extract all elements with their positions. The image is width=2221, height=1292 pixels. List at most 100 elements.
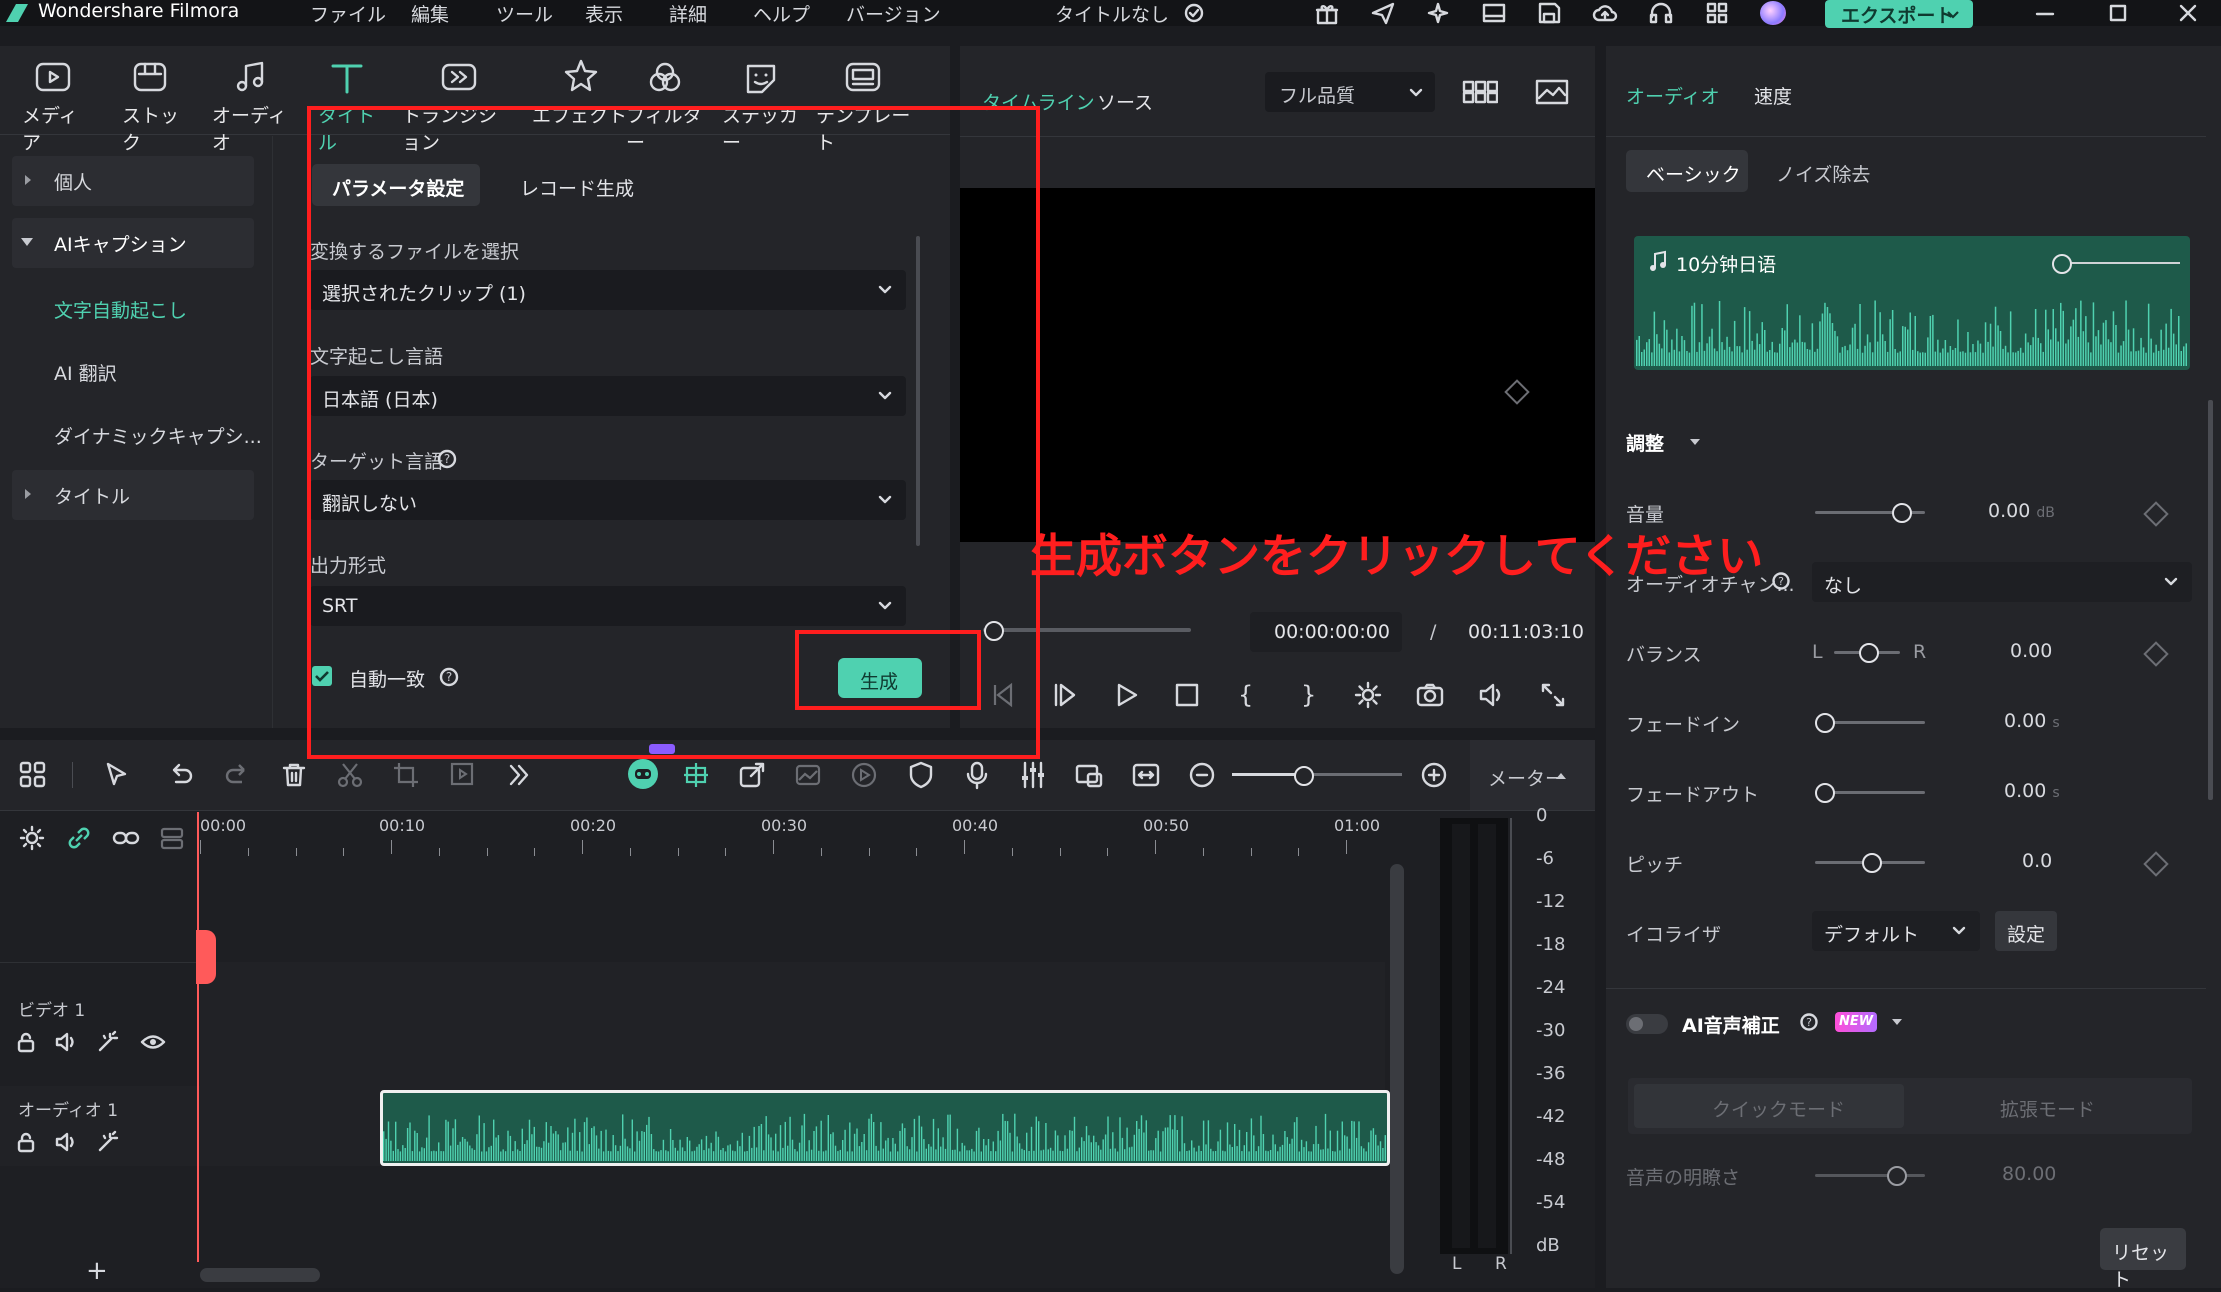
stop-icon[interactable] [1172, 680, 1202, 710]
sidebar-item-title[interactable]: タイトル [12, 470, 254, 520]
speaker-icon[interactable] [54, 1030, 80, 1054]
timeline-vscroll[interactable] [1390, 864, 1404, 1274]
magic-wand-icon[interactable] [96, 1130, 122, 1154]
ai-robot-icon[interactable] [625, 756, 661, 792]
fullscreen-icon[interactable] [1538, 680, 1568, 710]
speed-icon[interactable] [849, 760, 879, 790]
more-tools-icon[interactable] [504, 760, 534, 790]
sidebar-item-ai-translate[interactable]: AI 翻訳 [54, 359, 117, 386]
tab-audio[interactable]: オーディオ [212, 56, 292, 154]
clip-volume-handle[interactable] [2052, 254, 2072, 274]
cloud-upload-icon[interactable] [1592, 1, 1618, 25]
delete-icon[interactable] [279, 760, 309, 790]
play-icon[interactable] [1112, 680, 1142, 710]
audio-clip[interactable] [380, 1090, 1390, 1166]
grid-view-icon[interactable] [1462, 78, 1498, 106]
reset-button[interactable]: リセット [2100, 1228, 2186, 1291]
track-settings-icon[interactable] [18, 824, 46, 852]
menu-view[interactable]: 表示 [585, 0, 623, 27]
layout-grid-icon[interactable] [18, 760, 48, 790]
scissors-icon[interactable] [335, 760, 365, 790]
minimize-icon[interactable] [2034, 2, 2056, 24]
sidebar-item-personal[interactable]: 個人 [12, 156, 254, 206]
step-forward-icon[interactable] [1050, 680, 1080, 710]
tab-media[interactable]: メディア [18, 56, 88, 154]
sidebar-item-auto-transcribe[interactable]: 文字自動起こし [54, 296, 187, 323]
tab-noise-removal[interactable]: ノイズ除去 [1776, 160, 1870, 187]
apps-grid-icon[interactable] [1704, 1, 1730, 25]
layout-icon[interactable] [1481, 1, 1507, 25]
pitch-handle[interactable] [1862, 853, 1882, 873]
tab-source[interactable]: ソース [1097, 88, 1153, 115]
fit-timeline-icon[interactable] [1131, 760, 1161, 790]
caret-down-icon[interactable] [1890, 1016, 1904, 1028]
add-track-button[interactable]: + [86, 1256, 108, 1286]
chain-icon[interactable] [111, 824, 141, 852]
track-layer-icon[interactable] [158, 824, 186, 852]
audio-mixer-icon[interactable] [1018, 760, 1048, 790]
playhead[interactable] [197, 812, 199, 1262]
undo-icon[interactable] [166, 760, 196, 790]
ai-crop-icon[interactable] [448, 760, 478, 790]
quality-select[interactable]: フル品質 [1265, 72, 1435, 112]
image-edit-icon[interactable] [793, 760, 823, 790]
help-icon[interactable]: ? [1771, 571, 1791, 591]
extended-mode-button[interactable]: 拡張モード [2000, 1095, 2095, 1122]
redo-icon[interactable] [222, 760, 252, 790]
menu-help[interactable]: ヘルプ [753, 0, 810, 27]
link-icon[interactable] [65, 824, 93, 852]
microphone-icon[interactable] [962, 760, 992, 790]
zoom-in-icon[interactable] [1419, 760, 1449, 790]
channel-select[interactable]: なし [1812, 562, 2192, 602]
send-icon[interactable] [1370, 1, 1396, 25]
menu-edit[interactable]: 編集 [411, 0, 449, 27]
fadein-handle[interactable] [1815, 713, 1835, 733]
shield-icon[interactable] [906, 760, 936, 790]
clip-volume-track[interactable] [2058, 262, 2180, 264]
sparkle-icon[interactable] [1425, 1, 1451, 25]
avatar[interactable] [1760, 1, 1786, 25]
clarity-handle[interactable] [1887, 1166, 1907, 1186]
speaker-icon[interactable] [54, 1130, 80, 1154]
eye-icon[interactable] [140, 1030, 166, 1054]
zoom-handle[interactable] [1294, 766, 1314, 786]
tab-speed[interactable]: 速度 [1754, 82, 1792, 109]
adjust-section-title[interactable]: 調整 [1626, 429, 1664, 456]
caret-down-icon[interactable] [1688, 436, 1702, 448]
timeline-hscroll[interactable] [200, 1268, 320, 1282]
equalizer-settings-button[interactable]: 設定 [1995, 911, 2057, 951]
sidebar-item-ai-caption[interactable]: AIキャプション [12, 218, 254, 268]
ai-voice-toggle[interactable] [1626, 1014, 1668, 1034]
menu-file[interactable]: ファイル [310, 0, 386, 27]
save-icon[interactable] [1536, 1, 1562, 25]
image-icon[interactable] [1535, 78, 1569, 106]
mark-out-icon[interactable]: } [1297, 680, 1321, 710]
tab-basic[interactable]: ベーシック [1626, 150, 1748, 192]
magic-wand-icon[interactable] [96, 1030, 122, 1054]
fadeout-handle[interactable] [1815, 783, 1835, 803]
picture-in-picture-icon[interactable] [1074, 760, 1104, 790]
menu-tools[interactable]: ツール [496, 0, 553, 27]
crop-icon[interactable] [391, 760, 421, 790]
close-icon[interactable] [2177, 2, 2199, 24]
quick-mode-button[interactable]: クイックモード [1634, 1084, 1904, 1128]
volume-handle[interactable] [1892, 503, 1912, 523]
snapshot-camera-icon[interactable] [1415, 680, 1445, 710]
lock-icon[interactable] [14, 1130, 38, 1154]
lock-icon[interactable] [14, 1030, 38, 1054]
sidebar-item-dynamic-caption[interactable]: ダイナミックキャプシ... [54, 422, 262, 449]
video-track-lane[interactable] [200, 962, 1385, 1086]
volume-icon[interactable] [1477, 680, 1507, 710]
playhead-handle[interactable] [196, 930, 216, 984]
right-panel-scrollbar[interactable] [2208, 400, 2213, 800]
equalizer-select[interactable]: デフォルト [1812, 911, 1980, 951]
gift-icon[interactable] [1314, 1, 1340, 25]
clarity-slider[interactable] [1815, 1174, 1925, 1177]
help-icon[interactable]: ? [1799, 1012, 1819, 1032]
export-clip-icon[interactable] [737, 760, 767, 790]
menu-version[interactable]: バージョン [846, 0, 941, 27]
export-button[interactable]: エクスポート [1825, 0, 1973, 28]
menu-advanced[interactable]: 詳細 [669, 0, 707, 27]
headset-icon[interactable] [1648, 1, 1674, 25]
auto-reframe-icon[interactable] [681, 760, 711, 790]
